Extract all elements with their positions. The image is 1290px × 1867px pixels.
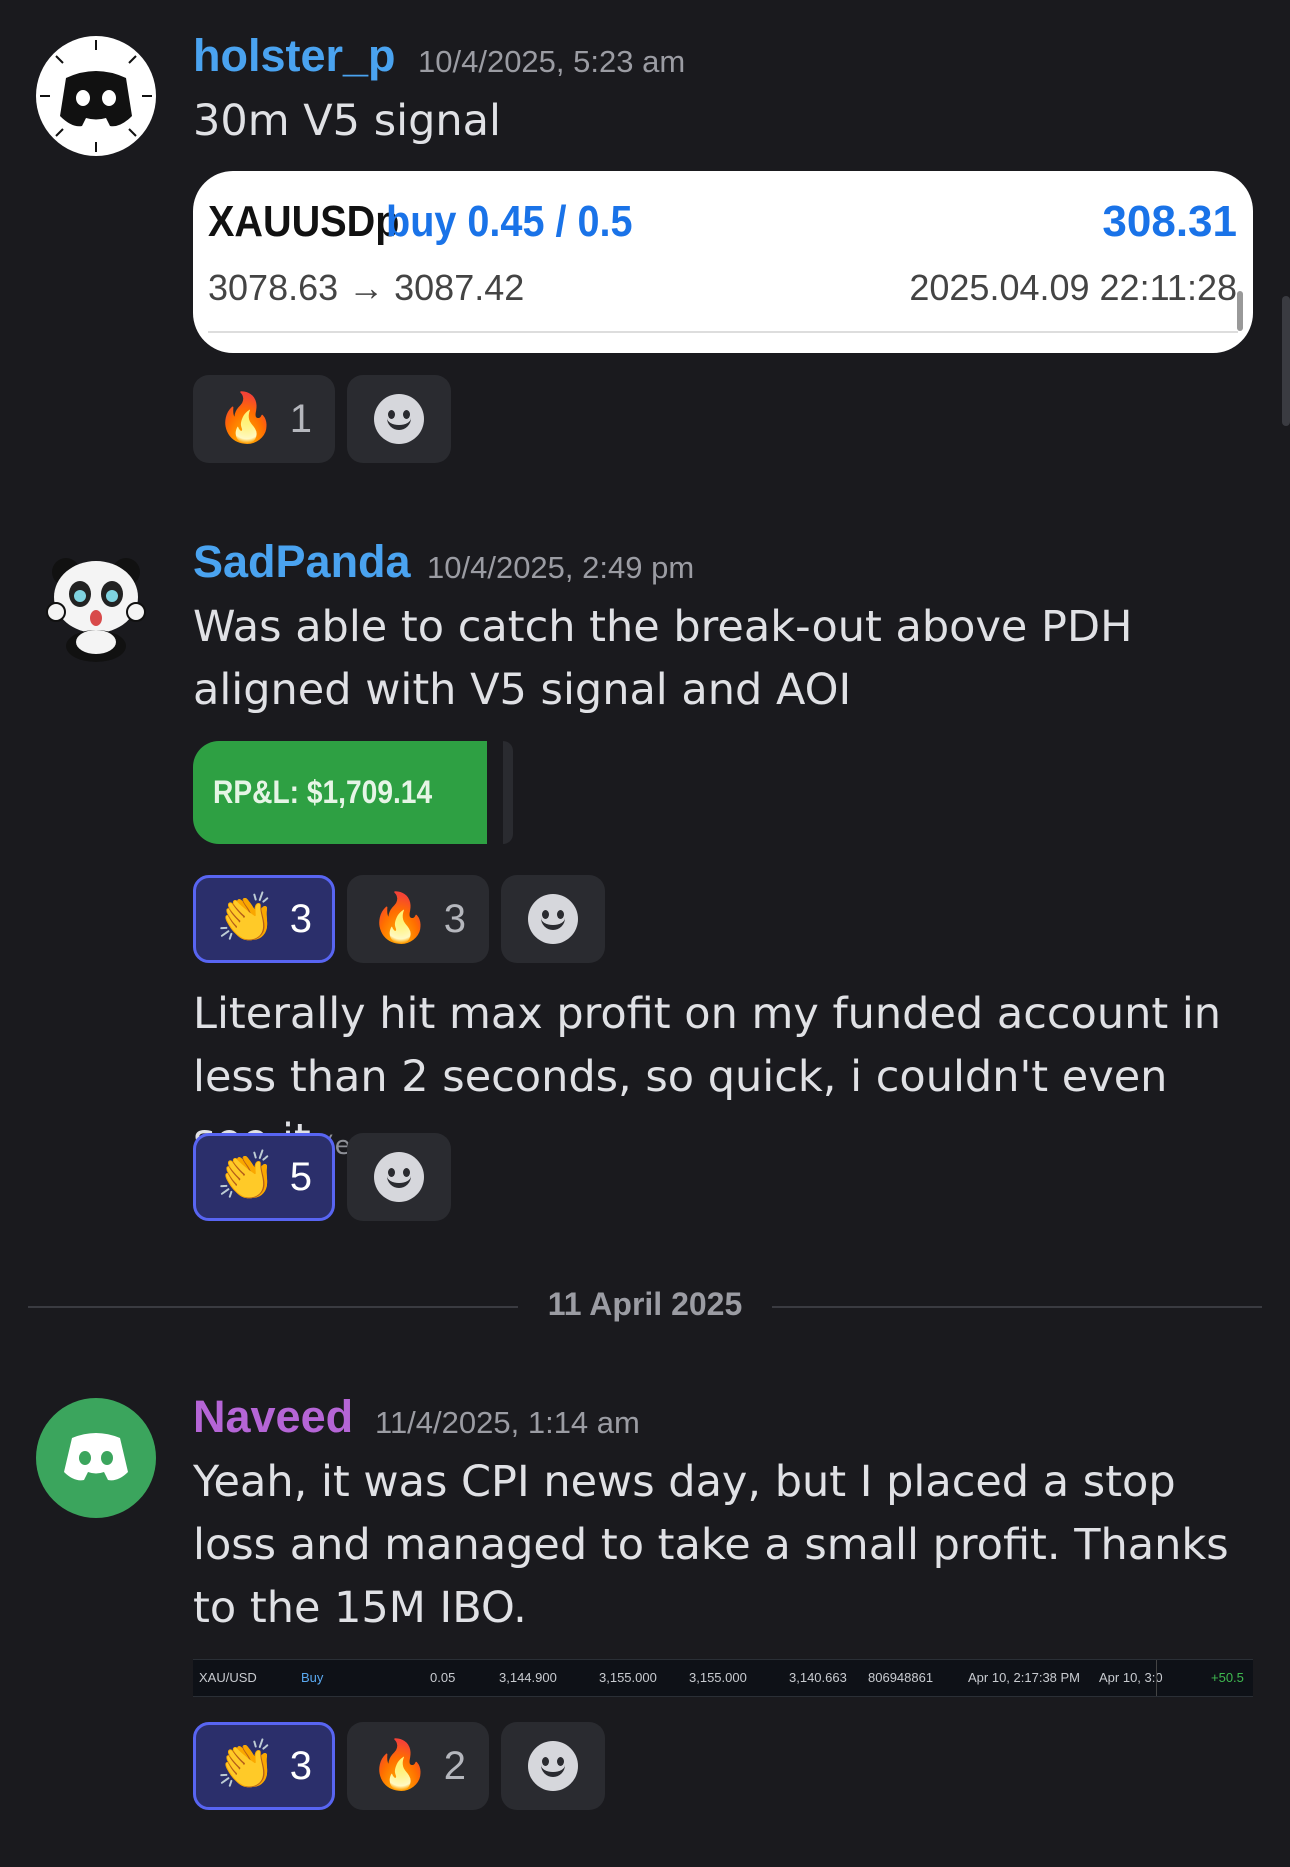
fire-icon: 🔥	[370, 1739, 430, 1792]
add-reaction-button[interactable]	[347, 375, 452, 463]
discord-logo-icon	[38, 38, 154, 154]
reaction-fire[interactable]: 🔥 3	[347, 875, 490, 963]
add-reaction-button[interactable]	[501, 1722, 606, 1810]
pnl-screenshot-image[interactable]: RP&L: $1,709.14	[193, 741, 487, 844]
embed-symbol: XAUUSDp	[208, 197, 400, 246]
author-name[interactable]: SadPanda	[193, 536, 411, 588]
reaction-fire[interactable]: 🔥 2	[347, 1722, 490, 1810]
reaction-count: 3	[289, 1743, 313, 1788]
avatar-holster[interactable]	[36, 36, 156, 156]
reaction-clap[interactable]: 👏 3	[193, 1722, 336, 1810]
pnl-text: RP&L: $1,709.14	[213, 774, 433, 810]
timestamp: 11/4/2025, 1:14 am	[375, 1405, 640, 1440]
smiley-icon	[374, 394, 425, 444]
message-text: Yeah, it was CPI news day, but I placed …	[193, 1457, 1229, 1633]
reactions-bar: 👏 3 🔥 3	[193, 875, 606, 963]
discord-logo-icon	[64, 1433, 128, 1481]
divider	[208, 331, 1238, 333]
trade-tp: 3,155.000	[599, 1670, 657, 1685]
fire-icon: 🔥	[216, 392, 276, 445]
reaction-fire[interactable]: 🔥 1	[193, 375, 336, 463]
reaction-count: 3	[289, 896, 313, 941]
reaction-count: 1	[289, 396, 313, 441]
clap-icon: 👏	[216, 1150, 276, 1203]
trade-symbol: XAU/USD	[199, 1670, 257, 1685]
avatar-sadpanda[interactable]	[36, 542, 156, 662]
timestamp: 10/4/2025, 2:49 pm	[427, 550, 695, 585]
reaction-count: 3	[443, 896, 467, 941]
reaction-count: 2	[443, 1743, 467, 1788]
reactions-bar: 👏 3 🔥 2	[193, 1722, 606, 1810]
trade-side: Buy	[301, 1670, 324, 1685]
trade-pnl: +50.5	[1211, 1670, 1244, 1685]
reaction-clap[interactable]: 👏 3	[193, 875, 336, 963]
embed-profit: 308.31	[1102, 197, 1237, 246]
message-text: 30m V5 signal	[193, 96, 501, 146]
avatar-naveed[interactable]	[36, 1398, 156, 1518]
embed-scrollbar	[1237, 291, 1243, 331]
panda-avatar-icon	[46, 558, 146, 662]
author-name[interactable]: Naveed	[193, 1391, 353, 1443]
trade-sl: 3,140.663	[789, 1670, 847, 1685]
smiley-icon	[374, 1152, 425, 1202]
trade-qty: 0.05	[430, 1670, 456, 1685]
reactions-bar: 🔥 1	[193, 375, 452, 463]
date-divider-label: 11 April 2025	[547, 1286, 743, 1322]
add-reaction-button[interactable]	[501, 875, 606, 963]
embed-time: 2025.04.09 22:11:28	[909, 267, 1237, 308]
clap-icon: 👏	[216, 892, 276, 945]
reactions-bar: 👏 5	[193, 1133, 452, 1221]
timestamp: 10/4/2025, 5:23 am	[418, 44, 686, 79]
add-reaction-button[interactable]	[347, 1133, 452, 1221]
fire-icon: 🔥	[370, 892, 430, 945]
embed-prices: 3078.63 → 3087.42	[208, 267, 525, 308]
trade-embed-image[interactable]: XAUUSDp buy 0.45 / 0.5 308.31 3078.63 → …	[193, 171, 1253, 353]
author-name[interactable]: holster_p	[193, 30, 396, 82]
trade-open-time: Apr 10, 2:17:38 PM	[968, 1670, 1081, 1685]
trade-close: 3,155.000	[689, 1670, 747, 1685]
date-divider: 11 April 2025	[28, 1286, 1262, 1322]
smiley-icon	[528, 894, 579, 944]
scrollbar[interactable]	[1282, 296, 1290, 426]
trade-close-time: Apr 10, 3:0	[1099, 1670, 1163, 1685]
reaction-clap[interactable]: 👏 5	[193, 1133, 336, 1221]
image-edge	[503, 741, 513, 844]
trade-id: 806948861	[868, 1670, 934, 1685]
trade-open: 3,144.900	[499, 1670, 557, 1685]
embed-side: buy 0.45 / 0.5	[386, 197, 633, 246]
clap-icon: 👏	[216, 1739, 276, 1792]
message-text: Was able to catch the break-out above PD…	[193, 602, 1133, 715]
smiley-icon	[528, 1741, 579, 1791]
reaction-count: 5	[289, 1154, 313, 1199]
trade-screenshot-image[interactable]: XAU/USD Buy 0.05 3,144.900 3,155.000 3,1…	[193, 1659, 1253, 1697]
